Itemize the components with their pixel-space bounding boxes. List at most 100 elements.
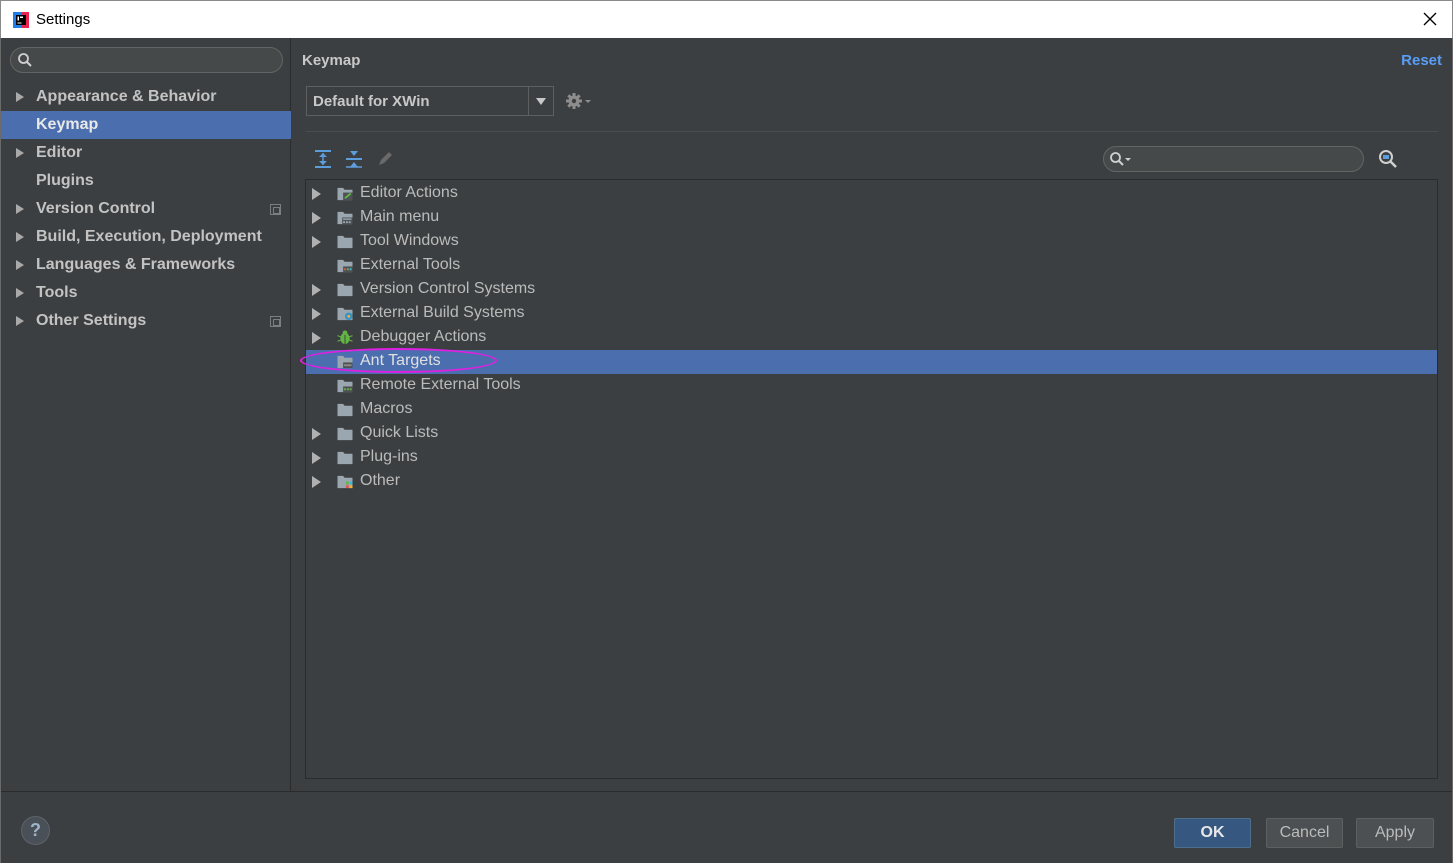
sidebar-item-label: Appearance & Behavior	[36, 88, 217, 105]
apply-button[interactable]: Apply	[1356, 818, 1434, 848]
sidebar-item-label: Plugins	[36, 172, 94, 189]
tree-node-label: Debugger Actions	[360, 328, 487, 345]
sidebar-item-label: Build, Execution, Deployment	[36, 228, 262, 245]
tree-node-debugger-actions[interactable]: Debugger Actions	[306, 326, 1437, 350]
sidebar-item-appearance-behavior[interactable]: Appearance & Behavior	[1, 83, 291, 111]
expand-arrow-icon[interactable]	[312, 308, 321, 320]
collapse-all-icon[interactable]	[343, 148, 365, 170]
tree-node-label: Remote External Tools	[360, 376, 521, 393]
search-with-options-icon	[1110, 152, 1131, 166]
build-systems-folder-icon	[337, 307, 353, 321]
folder-icon	[337, 235, 353, 249]
sidebar-item-label: Other Settings	[36, 312, 147, 329]
tree-node-label: Other	[360, 472, 401, 489]
expand-arrow-icon[interactable]	[312, 284, 321, 296]
folder-icon	[337, 403, 353, 417]
tree-node-plug-ins[interactable]: Plug-ins	[306, 446, 1437, 470]
sidebar-item-languages-frameworks[interactable]: Languages & Frameworks	[1, 251, 291, 279]
tree-node-version-control-systems[interactable]: Version Control Systems	[306, 278, 1437, 302]
tree-node-label: Main menu	[360, 208, 440, 225]
tree-node-external-tools[interactable]: External Tools	[306, 254, 1437, 278]
expand-arrow-icon[interactable]	[312, 188, 321, 200]
folder-icon	[337, 427, 353, 441]
keymap-panel: Keymap Reset Default for XWin Editor Act…	[292, 38, 1452, 791]
window-titlebar: Settings	[0, 0, 1453, 38]
sidebar-item-other-settings[interactable]: Other Settings	[1, 307, 291, 335]
ant-folder-icon	[337, 355, 353, 369]
sidebar-item-label: Version Control	[36, 200, 156, 217]
sidebar-item-keymap[interactable]: Keymap	[1, 111, 291, 139]
window-title: Settings	[36, 11, 91, 28]
expand-arrow-icon[interactable]	[16, 260, 24, 270]
intellij-app-icon	[13, 12, 29, 28]
close-icon[interactable]	[1420, 9, 1440, 29]
tree-node-label: Ant Targets	[360, 352, 441, 369]
tree-node-macros[interactable]: Macros	[306, 398, 1437, 422]
settings-sidebar: Appearance & Behavior Keymap Editor Plugins…	[1, 38, 291, 791]
other-folder-icon	[337, 475, 353, 489]
help-button[interactable]: ?	[21, 816, 50, 845]
tree-node-label: Quick Lists	[360, 424, 439, 441]
ok-button[interactable]: OK	[1174, 818, 1251, 848]
keymap-dropdown-value: Default for XWin	[313, 93, 430, 110]
expand-arrow-icon[interactable]	[312, 332, 321, 344]
bug-icon	[337, 330, 353, 345]
project-settings-icon	[270, 316, 281, 327]
tree-node-main-menu[interactable]: Main menu	[306, 206, 1437, 230]
expand-arrow-icon[interactable]	[16, 148, 24, 158]
search-icon	[18, 53, 32, 67]
tree-node-remote-external-tools[interactable]: Remote External Tools	[306, 374, 1437, 398]
separator	[306, 131, 1438, 132]
find-by-shortcut-icon[interactable]	[1377, 148, 1399, 170]
expand-arrow-icon[interactable]	[312, 236, 321, 248]
project-settings-icon	[270, 204, 281, 215]
sidebar-item-label: Keymap	[36, 116, 99, 133]
tree-node-label: External Build Systems	[360, 304, 525, 321]
external-tools-folder-icon	[337, 259, 353, 273]
sidebar-item-label: Tools	[36, 284, 78, 301]
sidebar-item-editor[interactable]: Editor	[1, 139, 291, 167]
tree-node-label: External Tools	[360, 256, 461, 273]
expand-arrow-icon[interactable]	[312, 428, 321, 440]
folder-icon	[337, 283, 353, 297]
expand-all-icon[interactable]	[312, 148, 334, 170]
cancel-button[interactable]: Cancel	[1266, 818, 1343, 848]
expand-arrow-icon[interactable]	[312, 212, 321, 224]
expand-arrow-icon[interactable]	[312, 476, 321, 488]
tree-node-label: Version Control Systems	[360, 280, 536, 297]
tree-node-label: Macros	[360, 400, 413, 417]
expand-arrow-icon[interactable]	[16, 232, 24, 242]
sidebar-item-build-execution-deployment[interactable]: Build, Execution, Deployment	[1, 223, 291, 251]
expand-arrow-icon[interactable]	[16, 92, 24, 102]
tree-node-quick-lists[interactable]: Quick Lists	[306, 422, 1437, 446]
edit-pencil-icon[interactable]	[374, 148, 396, 170]
keymap-filter-input[interactable]	[1103, 146, 1364, 172]
tree-node-tool-windows[interactable]: Tool Windows	[306, 230, 1437, 254]
sidebar-item-label: Editor	[36, 144, 83, 161]
expand-arrow-icon[interactable]	[312, 452, 321, 464]
keymap-dropdown[interactable]: Default for XWin	[306, 86, 554, 116]
tree-node-label: Tool Windows	[360, 232, 459, 249]
reset-link[interactable]: Reset	[1401, 52, 1442, 69]
sidebar-item-tools[interactable]: Tools	[1, 279, 291, 307]
tree-node-label: Editor Actions	[360, 184, 458, 201]
tree-node-external-build-systems[interactable]: External Build Systems	[306, 302, 1437, 326]
remote-tools-folder-icon	[337, 379, 353, 393]
tree-node-label: Plug-ins	[360, 448, 418, 465]
chevron-down-icon[interactable]	[528, 87, 553, 115]
sidebar-item-version-control[interactable]: Version Control	[1, 195, 291, 223]
settings-search-input[interactable]	[10, 47, 283, 73]
dialog-button-bar: ? OK Cancel Apply	[1, 791, 1452, 862]
sidebar-item-plugins[interactable]: Plugins	[1, 167, 291, 195]
page-title: Keymap	[302, 52, 361, 69]
tree-node-other[interactable]: Other	[306, 470, 1437, 494]
gear-icon[interactable]	[565, 91, 593, 111]
expand-arrow-icon[interactable]	[16, 288, 24, 298]
sidebar-item-label: Languages & Frameworks	[36, 256, 236, 273]
tree-node-editor-actions[interactable]: Editor Actions	[306, 182, 1437, 206]
tree-node-ant-targets[interactable]: Ant Targets	[306, 350, 1437, 374]
folder-icon	[337, 451, 353, 465]
expand-arrow-icon[interactable]	[16, 316, 24, 326]
keymap-action-tree: Editor Actions Main menu Tool Windows Exter…	[305, 179, 1438, 779]
expand-arrow-icon[interactable]	[16, 204, 24, 214]
